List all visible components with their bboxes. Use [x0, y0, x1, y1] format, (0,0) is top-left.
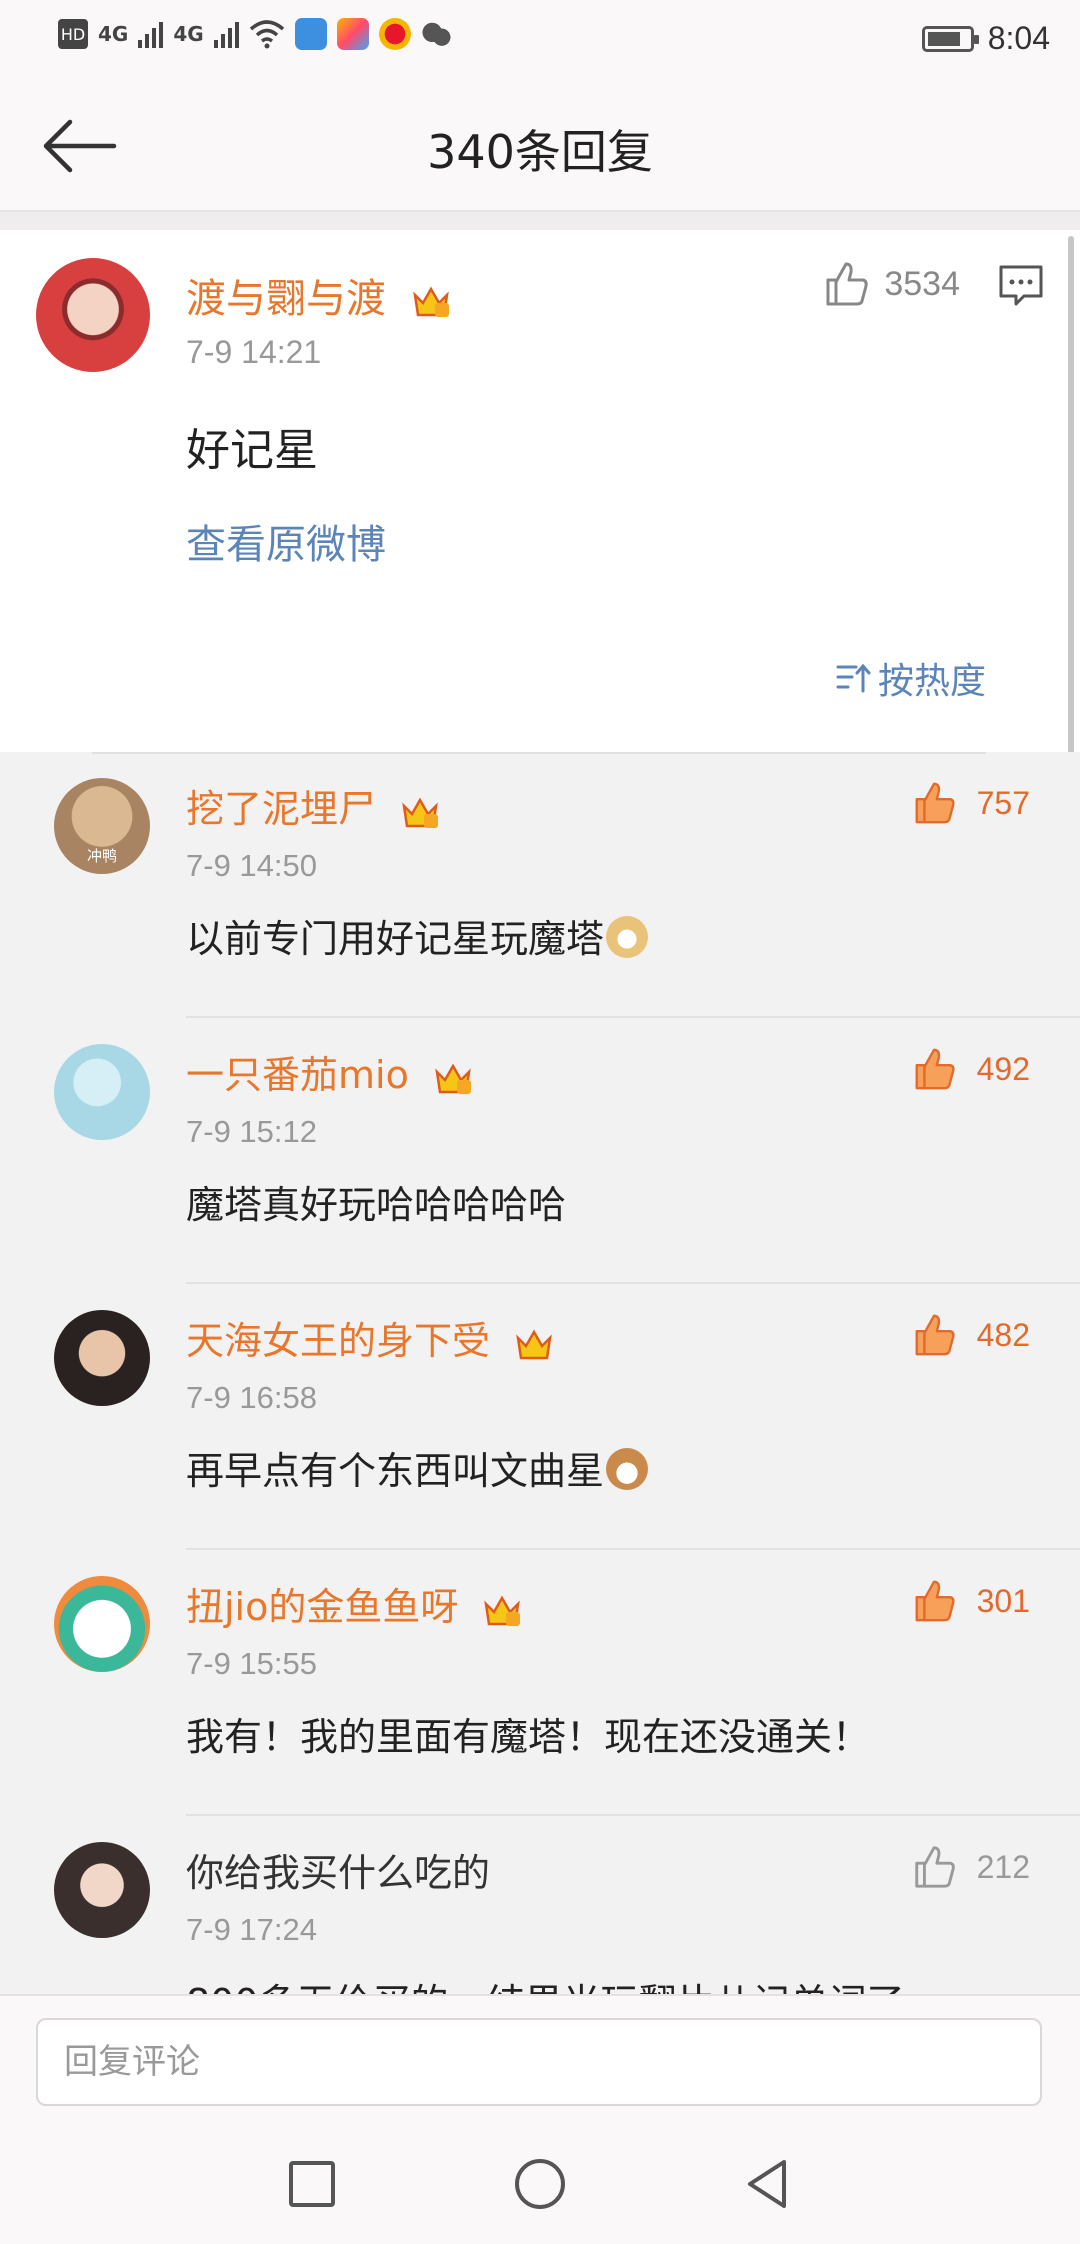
reply-list: 冲鸭 挖了泥埋尸 7-9 14:50 以前专门用好记星玩魔塔 757 一只番茄m… — [0, 752, 1080, 1994]
reply-composer — [0, 1994, 1080, 2116]
shield-app-icon — [294, 18, 327, 50]
avatar[interactable] — [36, 258, 150, 372]
sort-label: 按热度 — [877, 661, 986, 702]
status-bar: HD 4G 4G 8:04 — [0, 0, 1080, 80]
cat-emoji-icon — [606, 1448, 649, 1490]
avatar[interactable] — [54, 1044, 150, 1140]
username[interactable]: 你给我买什么吃的 — [186, 1851, 490, 1895]
doge-emoji-icon — [606, 916, 649, 958]
username[interactable]: 渡与翾与渡 — [186, 276, 386, 322]
status-icons: HD 4G 4G — [58, 18, 453, 50]
top-bar: 340条回复 — [0, 80, 1080, 212]
like-count: 757 — [976, 784, 1030, 821]
like-button[interactable]: 212 — [911, 1844, 1030, 1890]
reply-time: 7-9 16:58 — [186, 1380, 317, 1415]
status-right: 8:04 — [921, 20, 1050, 57]
thumbs-up-icon — [826, 262, 869, 306]
comment-icon — [999, 265, 1043, 306]
reply-time: 7-9 15:12 — [186, 1114, 317, 1149]
avatar[interactable]: 冲鸭 — [54, 778, 150, 874]
reply-item: 你给我买什么吃的 7-9 17:24 800多无价买的，结果光玩翻片儿记单词了 … — [0, 1816, 1080, 1994]
home-button[interactable] — [510, 2154, 570, 2214]
reply-author[interactable]: 扭jio的金鱼鱼呀 — [186, 1576, 522, 1631]
reply-time: 7-9 15:55 — [186, 1646, 317, 1681]
reply-author[interactable]: 你给我买什么吃的 — [186, 1842, 490, 1897]
vip-crown-icon — [402, 796, 439, 828]
reply-item: 一只番茄mio 7-9 15:12 魔塔真好玩哈哈哈哈哈 492 — [0, 1018, 1080, 1284]
reply-text: 再早点有个东西叫文曲星 — [186, 1440, 649, 1495]
reply-text: 以前专门用好记星玩魔塔 — [186, 908, 649, 963]
back-nav-button[interactable] — [738, 2154, 798, 2214]
thumbs-up-icon — [915, 1048, 955, 1090]
sort-icon — [836, 663, 871, 693]
username[interactable]: 挖了泥埋尸 — [186, 787, 376, 831]
like-count: 492 — [976, 1050, 1030, 1087]
reply-text-content: 以前专门用好记星玩魔塔 — [186, 917, 605, 961]
reply-author[interactable]: 一只番茄mio — [186, 1044, 473, 1099]
username[interactable]: 扭jio的金鱼鱼呀 — [186, 1585, 458, 1629]
thumbs-up-icon — [915, 1580, 955, 1622]
battery-icon — [921, 25, 979, 52]
avatar-caption: 冲鸭 — [86, 847, 117, 865]
scrollbar[interactable] — [1068, 236, 1074, 796]
like-button[interactable]: 757 — [911, 780, 1030, 826]
signal-icon-1 — [138, 20, 164, 48]
vip-crown-icon — [435, 1062, 471, 1094]
like-button[interactable]: 3534 — [822, 260, 960, 308]
reply-text: 魔塔真好玩哈哈哈哈哈 — [186, 1183, 567, 1227]
like-button[interactable]: 492 — [911, 1046, 1030, 1092]
main-comment: 渡与翾与渡 7-9 14:21 3534 好记星 查看原微博 按热度 — [0, 230, 1080, 752]
wechat-icon — [420, 18, 453, 50]
like-count: 3534 — [884, 264, 960, 303]
recents-button[interactable] — [282, 2154, 342, 2214]
reply-button[interactable] — [998, 264, 1044, 308]
circle-icon — [515, 2159, 565, 2209]
sort-button[interactable]: 按热度 — [836, 652, 986, 704]
like-count: 301 — [976, 1582, 1030, 1619]
vip-crown-icon — [516, 1328, 552, 1359]
reply-item: 天海女王的身下受 7-9 16:58 再早点有个东西叫文曲星 482 — [0, 1284, 1080, 1550]
reply-author[interactable]: 挖了泥埋尸 — [186, 778, 440, 833]
reply-text-content: 再早点有个东西叫文曲星 — [186, 1449, 605, 1493]
avatar[interactable] — [54, 1310, 150, 1406]
reply-time: 7-9 17:24 — [186, 1912, 317, 1947]
comment-text: 好记星 — [186, 425, 318, 476]
reply-text: 我有！我的里面有魔塔！现在还没通关！ — [186, 1715, 871, 1759]
like-button[interactable]: 301 — [911, 1578, 1030, 1624]
reply-text: 800多无价买的，结果光玩翻片儿记单词了 — [186, 1972, 905, 1994]
page-title: 340条回复 — [427, 125, 653, 179]
username[interactable]: 天海女王的身下受 — [186, 1319, 490, 1363]
vip-crown-icon — [484, 1594, 521, 1626]
comment-author[interactable]: 渡与翾与渡 — [186, 266, 451, 324]
reply-author[interactable]: 天海女王的身下受 — [186, 1310, 554, 1365]
username[interactable]: 一只番茄mio — [186, 1053, 409, 1097]
wifi-icon — [249, 20, 284, 49]
reply-item: 扭jio的金鱼鱼呀 7-9 15:55 我有！我的里面有魔塔！现在还没通关！ 3… — [0, 1550, 1080, 1816]
view-original-link[interactable]: 查看原微博 — [186, 512, 386, 570]
clock: 8:04 — [987, 20, 1050, 56]
like-button[interactable]: 482 — [911, 1312, 1030, 1358]
weibo-icon — [378, 18, 411, 50]
thumbs-up-icon — [915, 1314, 955, 1356]
hd-icon: HD — [58, 19, 88, 49]
network-type-2: 4G — [173, 22, 204, 46]
network-type-1: 4G — [98, 22, 129, 46]
square-icon — [289, 2161, 335, 2207]
thumbs-up-icon — [915, 782, 955, 824]
reply-input[interactable] — [36, 2018, 1042, 2106]
vip-crown-icon — [412, 286, 449, 317]
thumbs-up-icon — [914, 1846, 955, 1888]
avatar[interactable] — [54, 1842, 150, 1938]
avatar[interactable] — [54, 1576, 150, 1672]
triangle-back-icon — [748, 2160, 786, 2208]
system-nav-bar — [0, 2116, 1080, 2244]
divider — [0, 212, 1080, 230]
like-count: 482 — [976, 1316, 1030, 1353]
comment-time: 7-9 14:21 — [186, 334, 322, 370]
reply-time: 7-9 14:50 — [186, 848, 317, 883]
reply-item: 冲鸭 挖了泥埋尸 7-9 14:50 以前专门用好记星玩魔塔 757 — [0, 752, 1080, 1018]
signal-icon-2 — [213, 20, 239, 48]
like-count: 212 — [976, 1848, 1030, 1885]
video-app-icon — [336, 18, 369, 50]
